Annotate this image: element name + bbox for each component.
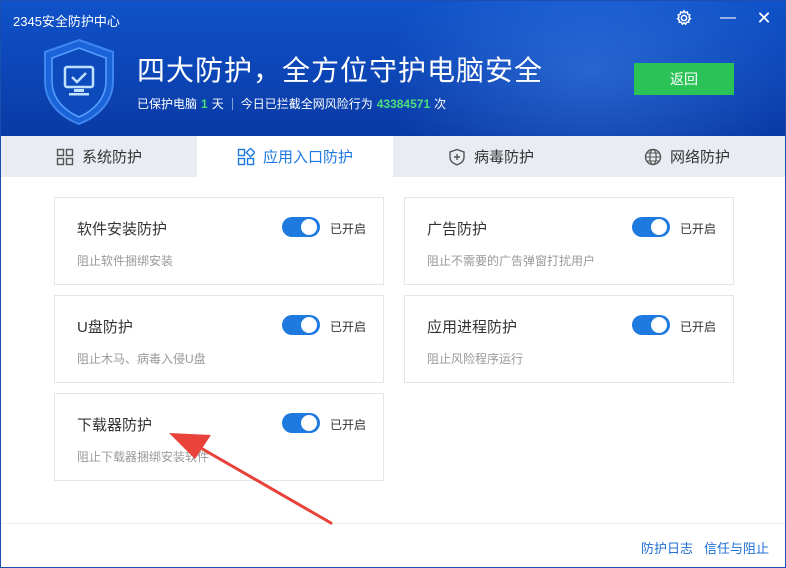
toggle-state: 已开启	[680, 320, 717, 334]
tab-virus-protection[interactable]: 病毒防护	[393, 136, 589, 177]
card-ad-protection: 广告防护 已开启 阻止不需要的广告弹窗打扰用户	[404, 197, 734, 285]
toggle-state: 已开启	[680, 222, 717, 236]
shield-monitor-icon	[44, 38, 114, 126]
tab-label: 网络防护	[669, 149, 730, 166]
settings-button[interactable]	[673, 7, 695, 29]
tab-label: 应用入口防护	[262, 149, 353, 166]
card-software-install: 软件安装防护 已开启 阻止软件捆绑安装	[54, 197, 384, 285]
stats-divider	[231, 98, 233, 110]
card-description: 阻止下载器捆绑安装软件	[77, 450, 210, 464]
protection-stats: 已保护电脑 1 天 今日已拦截全网风险行为 43384571 次	[137, 95, 446, 112]
header-banner: 2345安全防护中心 — ✕ 四大防护，全方位守护电脑安全 已保护电脑 1 天 今日已…	[1, 1, 785, 136]
blocked-count: 43384571	[376, 97, 431, 111]
toggle-knob	[301, 219, 317, 235]
footer-bar: 防护日志 信任与阻止	[1, 523, 785, 567]
toggle-switch[interactable]	[282, 413, 320, 433]
trust-block-link[interactable]: 信任与阻止	[704, 538, 769, 557]
tab-label: 系统防护	[81, 149, 142, 166]
toggle-knob	[651, 219, 667, 235]
back-button[interactable]: 返回	[634, 63, 734, 95]
globe-icon	[644, 148, 662, 165]
card-title: 应用进程防护	[427, 319, 518, 336]
close-button[interactable]: ✕	[753, 7, 775, 29]
toggle-state: 已开启	[330, 320, 367, 334]
shield-plus-icon	[449, 148, 465, 166]
protected-suffix: 天	[211, 97, 224, 111]
minimize-button[interactable]: —	[717, 7, 739, 29]
apps-icon	[237, 147, 255, 165]
protection-log-link[interactable]: 防护日志	[641, 538, 693, 557]
toggle-state: 已开启	[330, 418, 367, 432]
protection-cards-area: 软件安装防护 已开启 阻止软件捆绑安装 广告防护 已开启 阻止不需要的广告弹窗打…	[1, 177, 785, 523]
card-usb-protection: U盘防护 已开启 阻止木马、病毒入侵U盘	[54, 295, 384, 383]
card-title: 下载器防护	[77, 417, 153, 434]
tab-bar: 系统防护 应用入口防护 病毒防护 网络防护	[1, 136, 785, 177]
card-description: 阻止不需要的广告弹窗打扰用户	[427, 254, 596, 268]
card-description: 阻止木马、病毒入侵U盘	[77, 352, 206, 366]
gear-icon	[676, 9, 692, 26]
tab-app-entry-protection[interactable]: 应用入口防护	[197, 136, 393, 177]
tab-label: 病毒防护	[473, 149, 534, 166]
toggle-switch[interactable]	[282, 217, 320, 237]
card-description: 阻止软件捆绑安装	[77, 254, 174, 268]
grid-icon	[56, 148, 74, 165]
toggle-switch[interactable]	[282, 315, 320, 335]
toggle-switch[interactable]	[632, 217, 670, 237]
card-downloader-protection: 下载器防护 已开启 阻止下载器捆绑安装软件	[54, 393, 384, 481]
card-description: 阻止风险程序运行	[427, 352, 524, 366]
tab-system-protection[interactable]: 系统防护	[1, 136, 197, 177]
toggle-knob	[301, 415, 317, 431]
tab-network-protection[interactable]: 网络防护	[589, 136, 785, 177]
blocked-suffix: 次	[434, 97, 447, 111]
toggle-knob	[651, 317, 667, 333]
card-process-protection: 应用进程防护 已开启 阻止风险程序运行	[404, 295, 734, 383]
card-title: 软件安装防护	[77, 221, 168, 238]
page-headline: 四大防护，全方位守护电脑安全	[137, 55, 544, 86]
protected-prefix: 已保护电脑	[137, 97, 198, 111]
card-title: U盘防护	[77, 319, 133, 336]
protected-days: 1	[201, 97, 208, 111]
app-window: 2345安全防护中心 — ✕ 四大防护，全方位守护电脑安全 已保护电脑 1 天 今日已…	[0, 0, 786, 568]
toggle-state: 已开启	[330, 222, 367, 236]
toggle-switch[interactable]	[632, 315, 670, 335]
window-title: 2345安全防护中心	[13, 14, 120, 29]
toggle-knob	[301, 317, 317, 333]
blocked-prefix: 今日已拦截全网风险行为	[240, 97, 373, 111]
card-title: 广告防护	[427, 221, 488, 238]
